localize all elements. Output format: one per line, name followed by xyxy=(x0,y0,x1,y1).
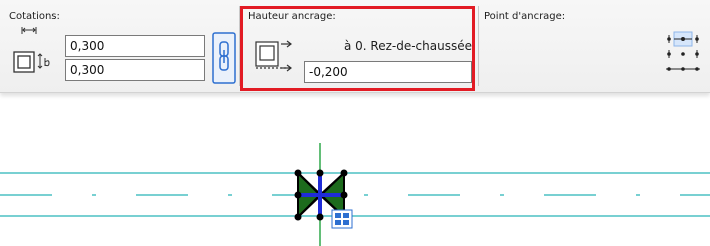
selection-node[interactable] xyxy=(294,213,302,221)
selection-node[interactable] xyxy=(340,169,348,177)
selection-node[interactable] xyxy=(316,169,324,177)
selection-node[interactable] xyxy=(294,191,302,199)
floor-plan-canvas[interactable] xyxy=(0,0,710,246)
selection-node[interactable] xyxy=(316,213,324,221)
selection-node[interactable] xyxy=(294,169,302,177)
pet-palette-icon[interactable] xyxy=(331,209,353,229)
selection-node[interactable] xyxy=(340,191,348,199)
